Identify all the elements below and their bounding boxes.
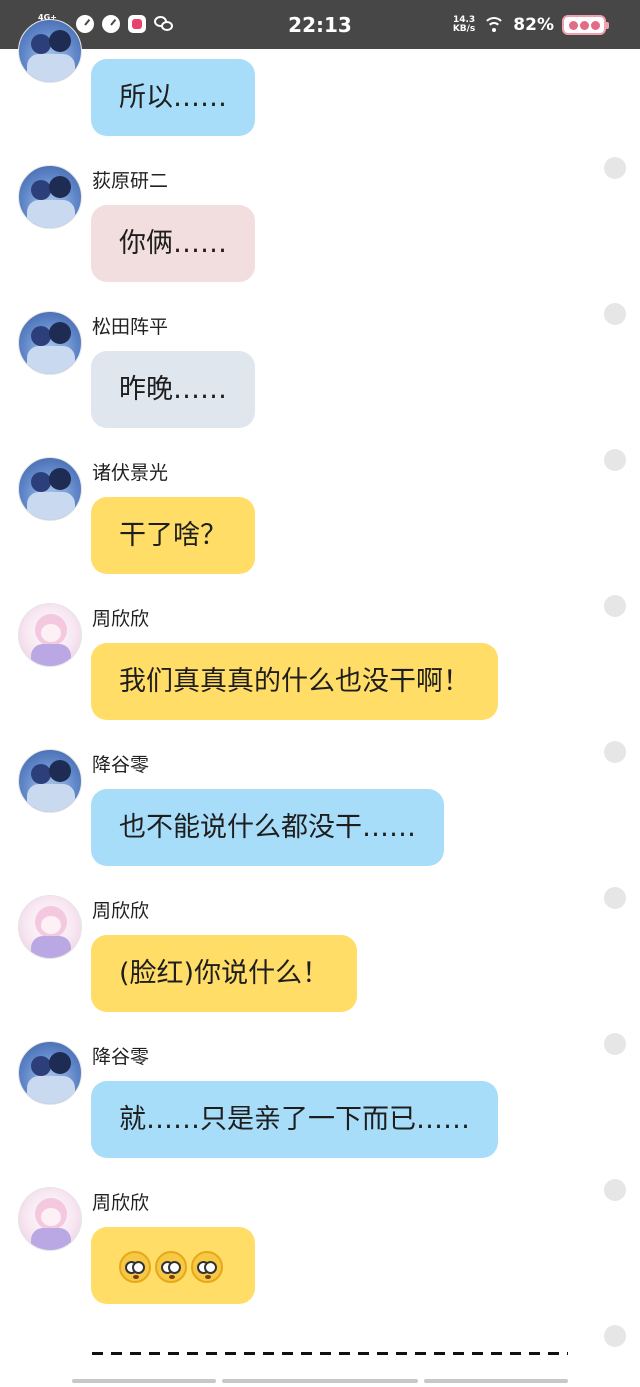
avatar[interactable]	[18, 603, 82, 667]
avatar[interactable]	[18, 1187, 82, 1251]
message-bubble[interactable]: 所以……	[91, 59, 255, 136]
avatar[interactable]	[18, 311, 82, 375]
sender-name: 降谷零	[92, 754, 150, 776]
message-bubble[interactable]: 也不能说什么都没干……	[91, 789, 444, 866]
avatar[interactable]	[18, 457, 82, 521]
select-radio[interactable]	[604, 157, 626, 179]
select-radio[interactable]	[604, 449, 626, 471]
flushed-face-icon	[119, 1250, 151, 1283]
select-radio[interactable]	[604, 741, 626, 763]
message-bubble[interactable]	[91, 1227, 255, 1304]
avatar[interactable]	[18, 749, 82, 813]
sender-name: 降谷零	[92, 1046, 150, 1068]
sender-name: 周欣欣	[92, 608, 150, 630]
battery-icon	[562, 15, 609, 35]
select-radio[interactable]	[604, 1033, 626, 1055]
flushed-face-icon	[191, 1250, 223, 1283]
app-notification-icon	[128, 15, 146, 33]
wechat-icon	[154, 15, 174, 33]
avatar[interactable]	[18, 895, 82, 959]
message-bubble[interactable]: (脸红)你说什么！	[91, 935, 358, 1012]
speedometer-icon	[76, 15, 94, 33]
message-bubble[interactable]: 昨晚……	[91, 351, 255, 428]
message-bubble[interactable]: 我们真真真的什么也没干啊！	[91, 643, 498, 720]
message-bubble[interactable]: 就……只是亲了一下而已……	[91, 1081, 498, 1158]
sender-name: 诸伏景光	[92, 462, 169, 484]
wifi-icon	[483, 17, 506, 33]
sender-name: 周欣欣	[92, 900, 150, 922]
bottom-toolbar-indicator	[72, 1379, 216, 1383]
message-bubble[interactable]: 你俩……	[91, 205, 255, 282]
sender-name: 周欣欣	[92, 1192, 150, 1214]
sender-name: 荻原研二	[92, 170, 169, 192]
message-bubble[interactable]: 干了啥？	[91, 497, 255, 574]
status-right-icons: 14.3 KB/s 82%	[453, 12, 609, 38]
select-radio[interactable]	[604, 303, 626, 325]
avatar[interactable]	[18, 19, 82, 83]
bottom-toolbar-indicator	[424, 1379, 568, 1383]
chat-list[interactable]: 所以…… 荻原研二 你俩…… 松田阵平 昨晚…… 诸伏景光 干了啥？ 周欣欣 我…	[0, 19, 640, 1387]
select-radio[interactable]	[604, 1179, 626, 1201]
battery-percent: 82%	[513, 15, 554, 35]
sender-name: 松田阵平	[92, 316, 169, 338]
select-radio[interactable]	[604, 595, 626, 617]
network-speed: 14.3 KB/s	[453, 16, 475, 34]
avatar[interactable]	[18, 165, 82, 229]
select-radio[interactable]	[604, 1325, 626, 1347]
gauge-icon	[102, 15, 120, 33]
bottom-toolbar-indicator	[222, 1379, 418, 1383]
speed-unit: KB/s	[452, 24, 476, 34]
flushed-face-icon	[155, 1250, 187, 1283]
divider-dashes	[92, 1352, 568, 1355]
status-bar: 4G+ HD 22:13 14.3 KB/s 82%	[0, 0, 640, 49]
select-radio[interactable]	[604, 887, 626, 909]
avatar[interactable]	[18, 1041, 82, 1105]
